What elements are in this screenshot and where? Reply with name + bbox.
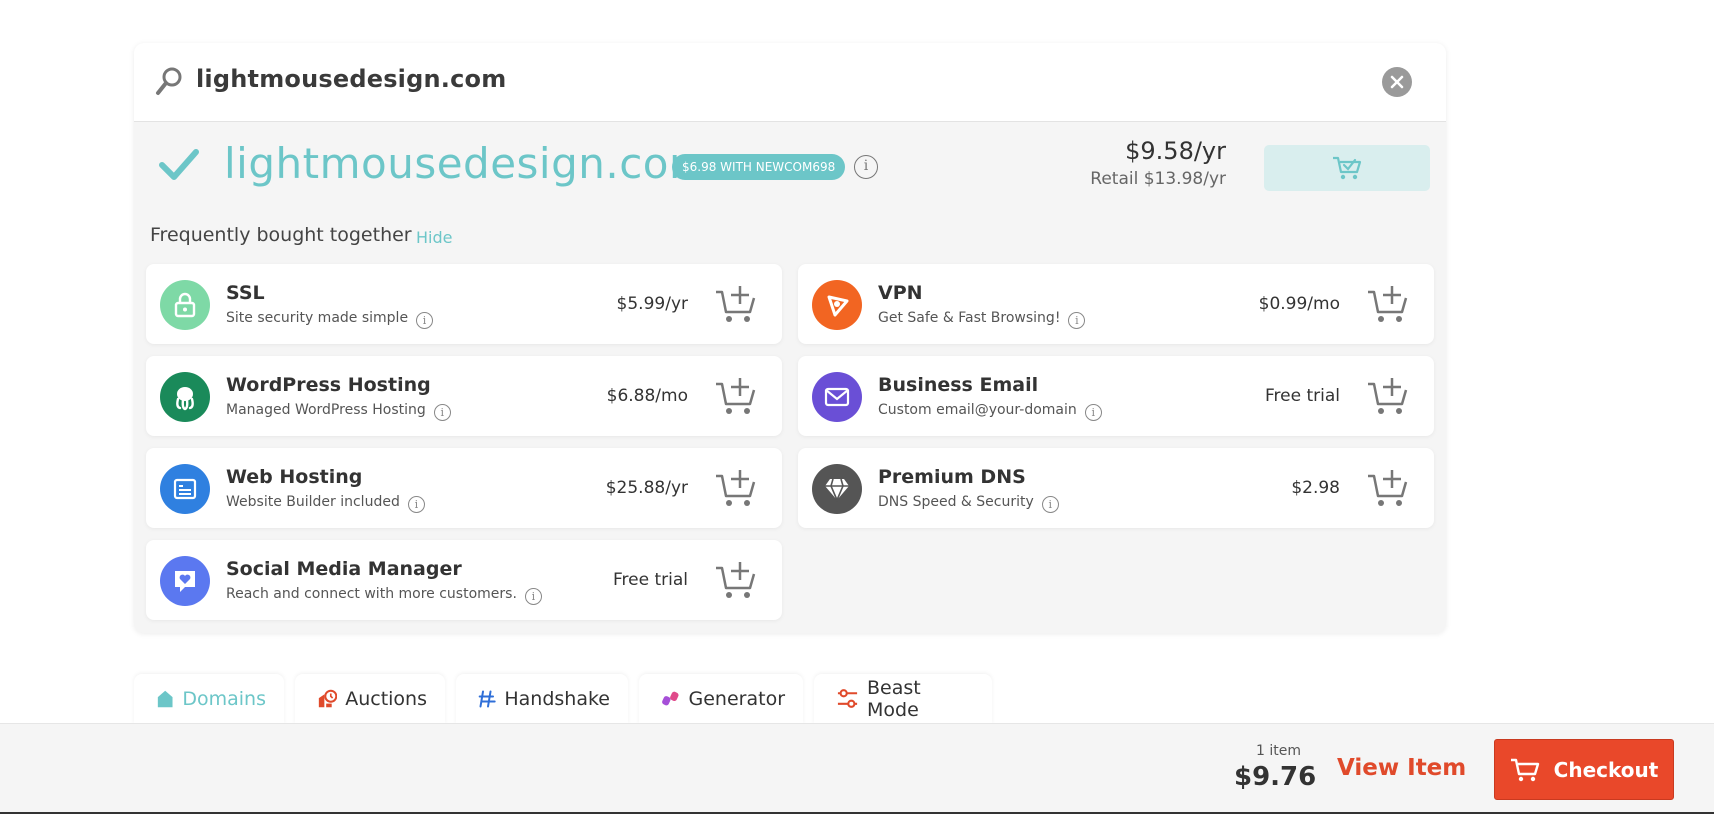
- cart-item-count: 1 item: [1256, 743, 1301, 759]
- cart-icon: [1510, 758, 1539, 781]
- product-subtitle: Website Builder included i: [226, 494, 425, 513]
- product-title: WordPress Hosting: [226, 374, 431, 396]
- domain-added-cart-button[interactable]: [1264, 145, 1430, 191]
- product-price: $0.99/mo: [1258, 294, 1340, 314]
- frequently-bought-title: Frequently bought together: [150, 224, 412, 246]
- vpn-icon: [812, 280, 862, 330]
- checkout-button[interactable]: Checkout: [1494, 739, 1674, 800]
- product-price: $6.88/mo: [606, 386, 688, 406]
- product-card-wordpress-hosting: WordPress Hosting Managed WordPress Host…: [146, 356, 782, 436]
- cart-bar: 1 item $9.76 View Item Checkout: [0, 723, 1714, 814]
- product-price: Free trial: [613, 570, 688, 590]
- lock-icon: [160, 280, 210, 330]
- product-card-social-media-manager: Social Media Manager Reach and connect w…: [146, 540, 782, 620]
- checkout-label: Checkout: [1553, 757, 1659, 782]
- cart-check-icon: [1333, 156, 1362, 180]
- heart-chat-icon: [160, 556, 210, 606]
- product-price: Free trial: [1265, 386, 1340, 406]
- product-card-premium-dns: Premium DNS DNS Speed & Security i $2.98: [798, 448, 1434, 528]
- promo-badge: $6.98 WITH NEWCOM698: [672, 154, 846, 180]
- sliders-icon: [837, 689, 858, 708]
- tab-beast-mode[interactable]: Beast Mode: [814, 674, 992, 724]
- envelope-icon: [812, 372, 862, 422]
- tab-handshake[interactable]: Handshake: [456, 674, 628, 724]
- info-icon[interactable]: i: [1041, 496, 1059, 513]
- diamond-icon: [812, 464, 862, 514]
- tab-label: Generator: [688, 688, 785, 710]
- tab-auctions[interactable]: Auctions: [295, 674, 445, 724]
- server-icon: [160, 464, 210, 514]
- clear-search-button[interactable]: [1382, 67, 1412, 97]
- product-subtitle: DNS Speed & Security i: [878, 494, 1059, 513]
- auction-icon: [318, 689, 338, 708]
- tab-label: Beast Mode: [867, 677, 921, 721]
- product-subtitle: Reach and connect with more customers. i: [226, 586, 542, 605]
- handshake-icon: [478, 690, 496, 708]
- info-icon[interactable]: i: [433, 404, 451, 421]
- domain-retail-price: Retail $13.98/yr: [1090, 169, 1226, 189]
- product-card-vpn: VPN Get Safe & Fast Browsing! i $0.99/mo: [798, 264, 1434, 344]
- add-to-cart-icon[interactable]: [1366, 468, 1410, 508]
- octopus-icon: [160, 372, 210, 422]
- tab-label: Handshake: [504, 688, 610, 710]
- product-price: $5.99/yr: [616, 294, 688, 314]
- product-subtitle: Site security made simple i: [226, 310, 434, 329]
- close-icon: [1390, 75, 1404, 89]
- product-title: Web Hosting: [226, 466, 363, 488]
- info-icon[interactable]: i: [1068, 312, 1086, 329]
- available-check-icon: [159, 149, 199, 180]
- tab-generator[interactable]: Generator: [639, 674, 803, 724]
- tab-label: Auctions: [345, 688, 427, 710]
- hide-link[interactable]: Hide: [416, 228, 452, 247]
- product-title: Social Media Manager: [226, 558, 462, 580]
- product-card-business-email: Business Email Custom email@your-domain i…: [798, 356, 1434, 436]
- tab-label: Domains: [182, 688, 266, 710]
- info-icon[interactable]: i: [416, 312, 434, 329]
- product-title: Business Email: [878, 374, 1039, 396]
- domain-result: lightmousedesign.com $6.98 WITH NEWCOM69…: [134, 123, 1446, 207]
- search-icon: [156, 67, 182, 95]
- add-to-cart-icon[interactable]: [1366, 284, 1410, 324]
- product-title: Premium DNS: [878, 466, 1026, 488]
- product-title: SSL: [226, 282, 265, 304]
- add-to-cart-icon[interactable]: [714, 560, 758, 600]
- view-item-link[interactable]: View Item: [1337, 755, 1466, 781]
- generator-icon: [662, 691, 679, 706]
- product-price: $25.88/yr: [605, 478, 688, 498]
- product-title: VPN: [878, 282, 923, 304]
- add-to-cart-icon[interactable]: [714, 468, 758, 508]
- info-icon[interactable]: i: [1084, 404, 1102, 421]
- product-subtitle: Custom email@your-domain i: [878, 402, 1102, 421]
- product-price: $2.98: [1291, 478, 1340, 498]
- domain-name: lightmousedesign.com: [224, 139, 711, 188]
- product-card-web-hosting: Web Hosting Website Builder included i $2…: [146, 448, 782, 528]
- domain-price: $9.58/yr: [1125, 137, 1226, 165]
- info-icon[interactable]: i: [407, 496, 425, 513]
- product-subtitle: Managed WordPress Hosting i: [226, 402, 451, 421]
- product-card-ssl: SSL Site security made simple i $5.99/yr: [146, 264, 782, 344]
- info-icon[interactable]: i: [524, 588, 542, 605]
- add-to-cart-icon[interactable]: [714, 376, 758, 416]
- add-to-cart-icon[interactable]: [1366, 376, 1410, 416]
- product-subtitle: Get Safe & Fast Browsing! i: [878, 310, 1086, 329]
- tab-domains[interactable]: Domains: [134, 674, 284, 724]
- info-icon[interactable]: i: [854, 155, 878, 179]
- search-results-panel: lightmousedesign.com lightmousedesign.co…: [134, 43, 1446, 633]
- house-icon: [157, 690, 173, 708]
- add-to-cart-icon[interactable]: [714, 284, 758, 324]
- search-input[interactable]: lightmousedesign.com: [196, 65, 506, 93]
- search-bar[interactable]: lightmousedesign.com: [134, 43, 1446, 122]
- cart-total: $9.76: [1234, 762, 1317, 792]
